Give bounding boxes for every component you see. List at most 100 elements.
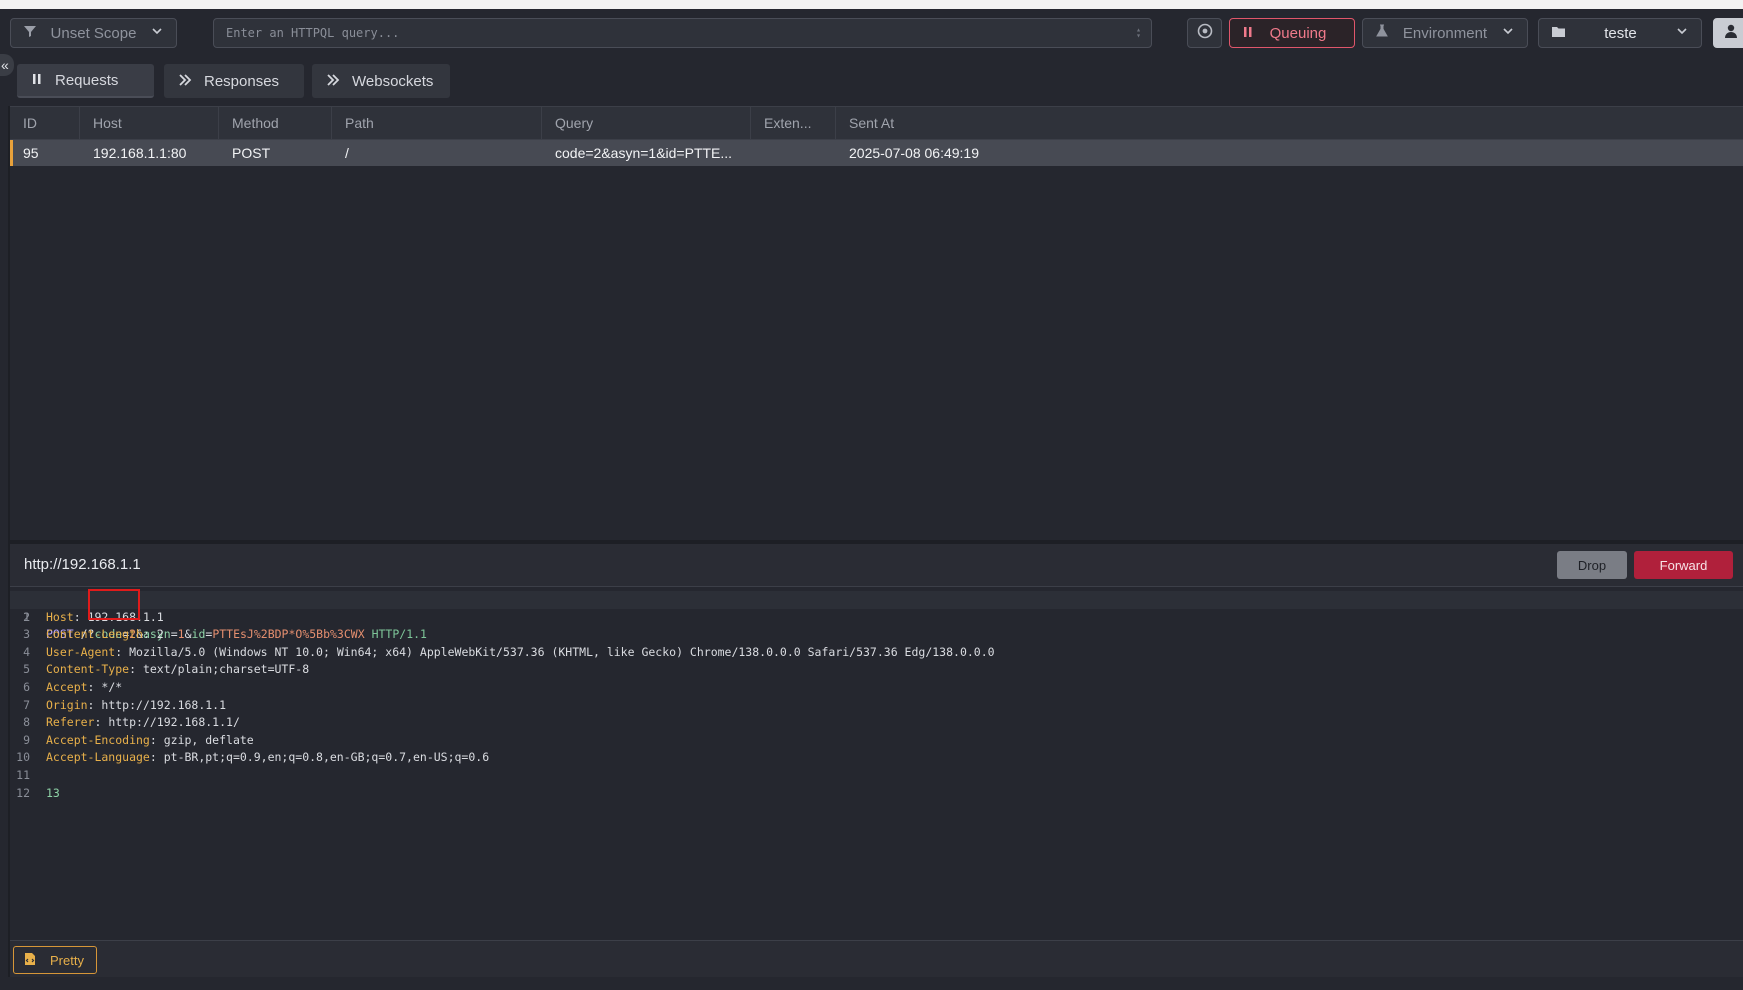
double-chevron-right-icon: [326, 73, 340, 90]
editor-line: 2 Host: 192.168.1.1: [10, 609, 1743, 627]
header-key: User-Agent: [46, 644, 116, 659]
column-header-id[interactable]: ID: [10, 107, 80, 139]
request-body: 13: [46, 785, 60, 800]
cell-query: code=2&asyn=1&id=PTTE...: [555, 145, 733, 161]
editor-line: 7 Origin: http://192.168.1.1: [10, 697, 1743, 715]
httpql-query-field[interactable]: [224, 25, 1137, 41]
header-value: http://192.168.1.1/: [108, 715, 240, 730]
raw-request-editor[interactable]: 1 POST /?code=2&asyn=1&id=PTTEsJ%2BDP*O%…: [10, 587, 1743, 939]
environment-dropdown[interactable]: Environment: [1362, 18, 1528, 48]
editor-line: 11: [10, 767, 1743, 785]
header-key: Content-Type: [46, 662, 130, 677]
line-number: 6: [23, 680, 30, 694]
header-value: http://192.168.1.1: [101, 697, 227, 712]
header-key: Host: [46, 609, 74, 624]
forward-button[interactable]: Forward: [1634, 551, 1733, 579]
table-header: ID Host Method Path Query Exten... Sent …: [10, 107, 1743, 140]
status-bar: [0, 977, 1743, 990]
highlight-annotation-box: [88, 589, 140, 620]
cell-sent-at: 2025-07-08 06:49:19: [849, 145, 979, 161]
header-value: gzip, deflate: [163, 732, 254, 747]
header-value: text/plain;charset=UTF-8: [142, 662, 310, 677]
column-header-query[interactable]: Query: [542, 107, 751, 139]
chevron-down-icon: [1501, 24, 1515, 42]
cell-host: 192.168.1.1:80: [93, 145, 187, 161]
cell-extension: [751, 140, 836, 166]
scope-dropdown[interactable]: Unset Scope: [10, 18, 177, 48]
tab-requests[interactable]: Requests: [17, 64, 154, 98]
folder-icon: [1551, 25, 1566, 42]
column-header-host[interactable]: Host: [80, 107, 219, 139]
scope-label: Unset Scope: [50, 24, 137, 42]
chevron-down-icon: [150, 24, 164, 42]
line-number: 12: [16, 785, 30, 800]
window-top-strip: [0, 0, 1743, 9]
drop-button[interactable]: Drop: [1557, 551, 1627, 579]
editor-line: 1 POST /?code=2&asyn=1&id=PTTEsJ%2BDP*O%…: [10, 591, 1743, 641]
editor-line: 4 User-Agent: Mozilla/5.0 (Windows NT 10.…: [10, 644, 1743, 662]
column-header-path[interactable]: Path: [332, 107, 542, 139]
header-key: Accept-Language: [46, 750, 150, 765]
editor-line: 10 Accept-Language: pt-BR,pt;q=0.9,en;q=0…: [10, 749, 1743, 767]
header-key: Content-Length: [46, 627, 143, 642]
pretty-label: Pretty: [50, 952, 84, 968]
queuing-label: Queuing: [1269, 24, 1327, 42]
chevron-down-icon: [1675, 24, 1689, 42]
editor-footer: Pretty: [10, 940, 1743, 978]
header-value: */*: [101, 680, 123, 694]
project-label: teste: [1604, 24, 1637, 42]
intercept-tabs: Requests Responses Websockets: [0, 62, 1743, 102]
httpql-query-input[interactable]: ▴▾: [213, 18, 1152, 48]
editor-line: 9 Accept-Encoding: gzip, deflate: [10, 732, 1743, 750]
top-toolbar: Unset Scope ▴▾ Queuing Environment teste: [0, 9, 1743, 59]
column-header-extension[interactable]: Exten...: [751, 107, 836, 139]
chrome-icon: [1197, 23, 1213, 43]
header-key: Accept: [46, 680, 88, 694]
editor-line: 3 Content-Length: 2: [10, 626, 1743, 644]
tab-websockets[interactable]: Websockets: [312, 64, 450, 98]
line-number: 3: [23, 627, 30, 642]
header-value: pt-BR,pt;q=0.9,en;q=0.8,en-GB;q=0.7,en-U…: [163, 750, 490, 765]
editor-line: 8 Referer: http://192.168.1.1/: [10, 714, 1743, 732]
resize-handle-icon: ▴ ▾: [1136, 25, 1141, 40]
browser-button[interactable]: [1187, 18, 1222, 48]
column-header-method[interactable]: Method: [219, 107, 332, 139]
environment-label: Environment: [1402, 24, 1488, 42]
request-url: http://192.168.1.1: [24, 556, 141, 573]
line-number: 11: [16, 768, 30, 782]
double-chevron-right-icon: [178, 73, 192, 90]
project-dropdown[interactable]: teste: [1538, 18, 1702, 48]
line-number: 9: [23, 732, 30, 747]
line-number: 4: [23, 644, 30, 659]
cell-path: /: [345, 145, 349, 161]
line-number: 5: [23, 662, 30, 677]
pretty-button[interactable]: Pretty: [13, 946, 97, 974]
code-file-icon: [24, 952, 36, 969]
user-icon: [1723, 23, 1739, 43]
pause-icon: [1242, 25, 1254, 42]
header-key: Referer: [46, 715, 95, 730]
line-number: 8: [23, 715, 30, 730]
filter-icon: [23, 24, 37, 42]
flask-icon: [1375, 24, 1389, 42]
header-key: Accept-Encoding: [46, 732, 150, 747]
tab-responses[interactable]: Responses: [164, 64, 304, 98]
queuing-toggle-button[interactable]: Queuing: [1229, 18, 1355, 48]
line-number: 2: [23, 609, 30, 624]
requests-table: ID Host Method Path Query Exten... Sent …: [10, 106, 1743, 543]
header-value: 2: [156, 627, 164, 642]
table-row[interactable]: 95 192.168.1.1:80 POST / code=2&asyn=1&i…: [10, 140, 1743, 166]
pause-icon: [31, 72, 43, 89]
cell-id: 95: [23, 145, 39, 161]
column-header-sent-at[interactable]: Sent At: [836, 107, 1743, 139]
header-key: Origin: [46, 697, 88, 712]
editor-line: 6 Accept: */*: [10, 679, 1743, 697]
editor-line: 12 13: [10, 785, 1743, 803]
header-value: Mozilla/5.0 (Windows NT 10.0; Win64; x64…: [129, 644, 995, 659]
line-number: 10: [16, 750, 30, 765]
request-header-bar: http://192.168.1.1 Drop Forward: [10, 544, 1743, 587]
editor-line: 5 Content-Type: text/plain;charset=UTF-8: [10, 661, 1743, 679]
tab-label: Responses: [204, 72, 280, 90]
tab-label: Requests: [55, 71, 119, 89]
user-account-button[interactable]: [1713, 18, 1743, 48]
